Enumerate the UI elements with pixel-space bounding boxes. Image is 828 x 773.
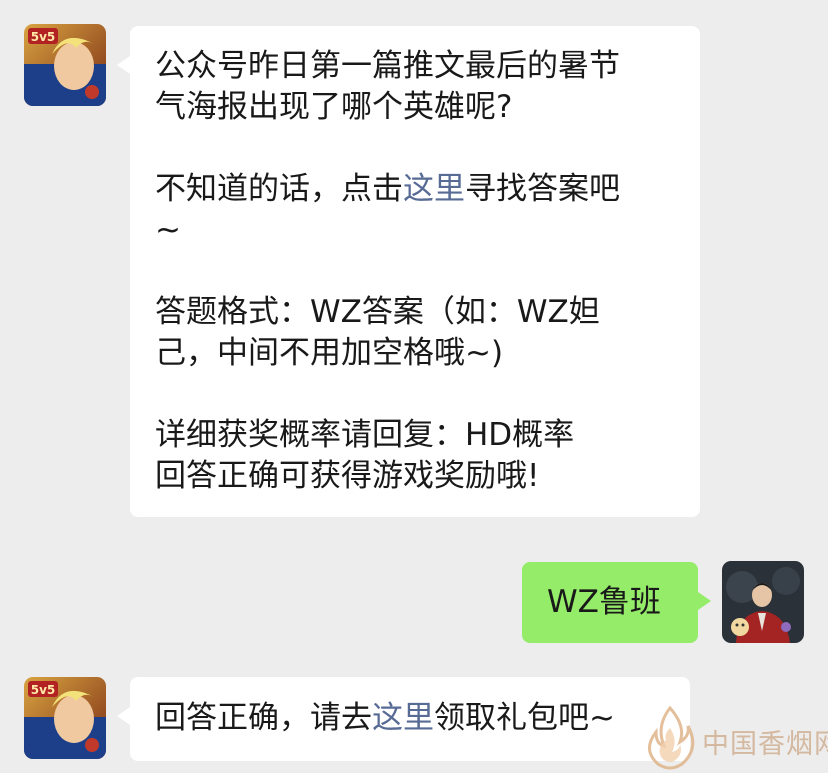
user-portrait-icon	[722, 561, 804, 643]
answer-format-text: 答题格式：WZ答案（如：WZ妲 己，中间不用加空格哦~)	[155, 294, 600, 371]
svg-text:5v5: 5v5	[31, 683, 56, 697]
watermark-logo: 中国香烟网	[638, 700, 828, 773]
official-avatar[interactable]: 5v5	[24, 24, 106, 106]
bubble-tail	[117, 707, 130, 725]
message-bubble-result[interactable]: 回答正确，请去这里领取礼包吧~	[117, 677, 690, 761]
answer-hint-link[interactable]: 这里	[403, 171, 465, 207]
bubble-tail	[698, 592, 711, 610]
bubble-tail	[117, 56, 130, 74]
hint-line: 不知道的话，点击这里寻找答案吧 ~	[155, 169, 680, 251]
hint-text-before: 不知道的话，点击	[155, 171, 403, 207]
result-text-before: 回答正确，请去	[155, 700, 372, 736]
message-bubble-reply[interactable]: WZ鲁班	[522, 562, 711, 643]
reply-text: WZ鲁班	[547, 584, 661, 620]
king-of-glory-5v5-icon: 5v5	[24, 677, 106, 759]
official-avatar[interactable]: 5v5	[24, 677, 106, 759]
message-bubble-question[interactable]: 公众号昨日第一篇推文最后的暑节 气海报出现了哪个英雄呢? 不知道的话，点击这里寻…	[117, 26, 700, 517]
flame-logo-icon	[648, 705, 695, 770]
question-text: 公众号昨日第一篇推文最后的暑节 气海报出现了哪个英雄呢?	[155, 48, 620, 125]
svg-text:5v5: 5v5	[31, 30, 56, 44]
result-text-after: 领取礼包吧~	[434, 700, 615, 736]
watermark-text: 中国香烟网	[702, 729, 828, 760]
prize-info-text: 详细获奖概率请回复：HD概率 回答正确可获得游戏奖励哦!	[155, 417, 575, 494]
king-of-glory-5v5-icon: 5v5	[24, 24, 106, 106]
gift-link[interactable]: 这里	[372, 700, 434, 736]
user-avatar[interactable]	[722, 561, 804, 643]
